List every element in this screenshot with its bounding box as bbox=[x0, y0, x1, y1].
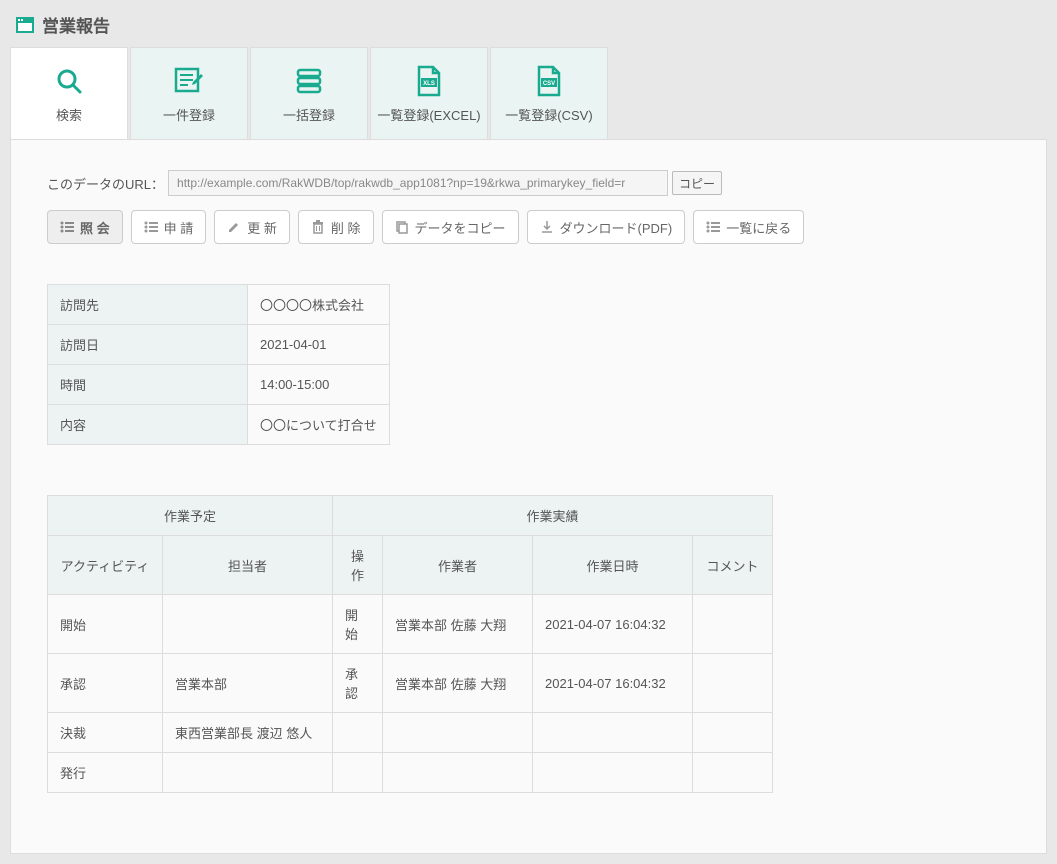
cell-comment bbox=[693, 713, 773, 753]
detail-row: 時間 14:00-15:00 bbox=[48, 365, 390, 405]
svg-text:CSV: CSV bbox=[543, 81, 555, 87]
detail-value: 〇〇について打合せ bbox=[248, 405, 390, 445]
button-label: 申 請 bbox=[164, 218, 194, 237]
pencil-icon bbox=[227, 220, 241, 234]
button-label: 一覧に戻る bbox=[726, 218, 791, 237]
window-icon bbox=[16, 17, 34, 33]
cell-worker bbox=[383, 753, 533, 793]
cell-datetime bbox=[533, 713, 693, 753]
tab-label: 検索 bbox=[56, 105, 82, 124]
cell-activity: 決裁 bbox=[48, 713, 163, 753]
table-row: 決裁 東西営業部長 渡辺 悠人 bbox=[48, 713, 773, 753]
page-title: 営業報告 bbox=[42, 12, 110, 37]
table-row: 発行 bbox=[48, 753, 773, 793]
detail-label: 訪問日 bbox=[48, 325, 248, 365]
cell-worker: 営業本部 佐藤 大翔 bbox=[383, 654, 533, 713]
detail-value: 2021-04-01 bbox=[248, 325, 390, 365]
cell-worker bbox=[383, 713, 533, 753]
tab-bar: 検索 一件登録 一括登録 XLS 一覧登録(EXCEL) CSV 一覧登録(CS… bbox=[0, 47, 1057, 139]
main-panel: このデータのURL： コピー 照 会 申 請 更 新 削 除 データをコピー ダ… bbox=[10, 139, 1047, 854]
view-button[interactable]: 照 会 bbox=[47, 210, 123, 244]
cell-activity: 発行 bbox=[48, 753, 163, 793]
tab-label: 一覧登録(CSV) bbox=[505, 105, 592, 124]
detail-value: 〇〇〇〇株式会社 bbox=[248, 285, 390, 325]
cell-activity: 承認 bbox=[48, 654, 163, 713]
detail-label: 訪問先 bbox=[48, 285, 248, 325]
cell-op bbox=[333, 753, 383, 793]
svg-text:XLS: XLS bbox=[423, 81, 435, 87]
cell-datetime: 2021-04-07 16:04:32 bbox=[533, 595, 693, 654]
cell-assignee bbox=[163, 595, 333, 654]
list-icon bbox=[60, 221, 74, 233]
header-schedule: 作業予定 bbox=[48, 496, 333, 536]
download-pdf-button[interactable]: ダウンロード(PDF) bbox=[527, 210, 686, 244]
header-result: 作業実績 bbox=[333, 496, 773, 536]
button-label: 更 新 bbox=[247, 218, 277, 237]
cell-assignee bbox=[163, 753, 333, 793]
copy-button[interactable]: コピー bbox=[672, 171, 722, 195]
cell-comment bbox=[693, 595, 773, 654]
button-label: 削 除 bbox=[331, 218, 361, 237]
cell-datetime bbox=[533, 753, 693, 793]
cell-op: 承認 bbox=[333, 654, 383, 713]
tab-register-csv[interactable]: CSV 一覧登録(CSV) bbox=[490, 47, 608, 139]
button-label: データをコピー bbox=[415, 218, 506, 237]
url-row: このデータのURL： コピー bbox=[47, 170, 1010, 196]
search-icon bbox=[54, 63, 84, 99]
button-label: 照 会 bbox=[80, 218, 110, 237]
detail-row: 訪問日 2021-04-01 bbox=[48, 325, 390, 365]
xls-file-icon: XLS bbox=[415, 63, 443, 99]
tab-label: 一括登録 bbox=[283, 105, 335, 124]
cell-assignee: 営業本部 bbox=[163, 654, 333, 713]
tab-register-bulk[interactable]: 一括登録 bbox=[250, 47, 368, 139]
toolbar: 照 会 申 請 更 新 削 除 データをコピー ダウンロード(PDF) 一覧に戻… bbox=[47, 210, 1010, 244]
col-comment: コメント bbox=[693, 536, 773, 595]
cell-datetime: 2021-04-07 16:04:32 bbox=[533, 654, 693, 713]
cell-activity: 開始 bbox=[48, 595, 163, 654]
col-op: 操作 bbox=[333, 536, 383, 595]
list-icon bbox=[144, 221, 158, 233]
detail-label: 時間 bbox=[48, 365, 248, 405]
tab-search[interactable]: 検索 bbox=[10, 47, 128, 139]
col-assignee: 担当者 bbox=[163, 536, 333, 595]
update-button[interactable]: 更 新 bbox=[214, 210, 290, 244]
detail-label: 内容 bbox=[48, 405, 248, 445]
cell-comment bbox=[693, 654, 773, 713]
detail-row: 内容 〇〇について打合せ bbox=[48, 405, 390, 445]
cell-op bbox=[333, 713, 383, 753]
table-row: 承認 営業本部 承認 営業本部 佐藤 大翔 2021-04-07 16:04:3… bbox=[48, 654, 773, 713]
copy-icon bbox=[395, 220, 409, 234]
col-activity: アクティビティ bbox=[48, 536, 163, 595]
trash-icon bbox=[311, 220, 325, 234]
download-icon bbox=[540, 220, 554, 234]
col-worker: 作業者 bbox=[383, 536, 533, 595]
list-icon bbox=[706, 221, 720, 233]
tab-label: 一覧登録(EXCEL) bbox=[377, 105, 480, 124]
tab-label: 一件登録 bbox=[163, 105, 215, 124]
delete-button[interactable]: 削 除 bbox=[298, 210, 374, 244]
apply-button[interactable]: 申 請 bbox=[131, 210, 207, 244]
url-label: このデータのURL： bbox=[47, 174, 164, 193]
detail-value: 14:00-15:00 bbox=[248, 365, 390, 405]
detail-row: 訪問先 〇〇〇〇株式会社 bbox=[48, 285, 390, 325]
cell-assignee: 東西営業部長 渡辺 悠人 bbox=[163, 713, 333, 753]
csv-file-icon: CSV bbox=[535, 63, 563, 99]
cell-worker: 営業本部 佐藤 大翔 bbox=[383, 595, 533, 654]
table-row: 開始 開始 営業本部 佐藤 大翔 2021-04-07 16:04:32 bbox=[48, 595, 773, 654]
cell-comment bbox=[693, 753, 773, 793]
cell-op: 開始 bbox=[333, 595, 383, 654]
edit-icon bbox=[173, 63, 205, 99]
stack-icon bbox=[294, 63, 324, 99]
back-to-list-button[interactable]: 一覧に戻る bbox=[693, 210, 804, 244]
detail-table: 訪問先 〇〇〇〇株式会社 訪問日 2021-04-01 時間 14:00-15:… bbox=[47, 284, 390, 445]
col-datetime: 作業日時 bbox=[533, 536, 693, 595]
workflow-table: 作業予定 作業実績 アクティビティ 担当者 操作 作業者 作業日時 コメント 開… bbox=[47, 495, 773, 793]
url-input[interactable] bbox=[168, 170, 668, 196]
button-label: ダウンロード(PDF) bbox=[560, 218, 673, 237]
tab-register-one[interactable]: 一件登録 bbox=[130, 47, 248, 139]
tab-register-excel[interactable]: XLS 一覧登録(EXCEL) bbox=[370, 47, 488, 139]
page-header: 営業報告 bbox=[0, 0, 1057, 47]
copy-data-button[interactable]: データをコピー bbox=[382, 210, 519, 244]
